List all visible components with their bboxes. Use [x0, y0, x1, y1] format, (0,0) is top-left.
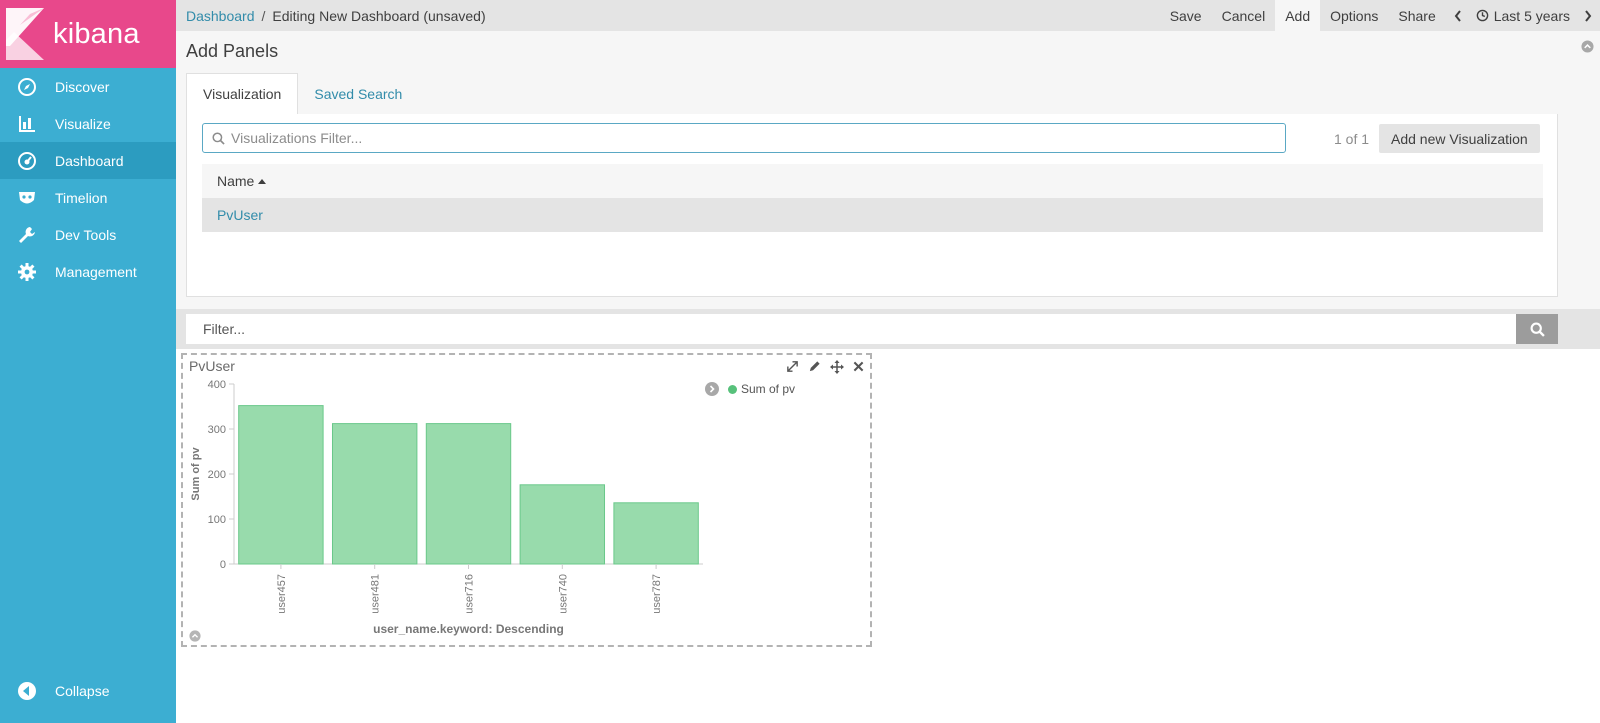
sidebar-collapse-button[interactable]: Collapse: [0, 672, 176, 709]
kibana-logo-icon: [6, 8, 44, 60]
sidebar-item-label: Dashboard: [55, 152, 124, 169]
sidebar: kibana Discover Visualize Dashboard Time…: [0, 0, 176, 723]
breadcrumb-current: Editing New Dashboard (unsaved): [272, 7, 486, 24]
breadcrumb-dashboard-link[interactable]: Dashboard: [186, 8, 255, 24]
chevron-left-icon: [1454, 9, 1461, 22]
sidebar-item-label: Discover: [55, 78, 110, 95]
breadcrumb: Dashboard / Editing New Dashboard (unsav…: [176, 8, 486, 24]
sidebar-item-dev-tools[interactable]: Dev Tools: [0, 216, 176, 253]
bar-chart-icon: [17, 114, 37, 134]
kibana-logo[interactable]: kibana: [0, 0, 176, 68]
chevron-up-circle-icon: [189, 630, 201, 642]
list-item[interactable]: PvUser: [202, 198, 1543, 232]
y-tick-label: 200: [208, 469, 226, 481]
gear-icon: [17, 262, 37, 282]
time-forward-button[interactable]: [1576, 0, 1600, 31]
time-back-button[interactable]: [1446, 0, 1470, 31]
add-new-visualization-button[interactable]: Add new Visualization: [1379, 124, 1540, 153]
time-range-label: Last 5 years: [1493, 7, 1570, 24]
y-tick-label: 300: [208, 424, 226, 436]
save-button[interactable]: Save: [1160, 0, 1212, 31]
sidebar-item-label: Timelion: [55, 189, 108, 206]
add-panels-tabs: Visualization Saved Search: [186, 73, 418, 114]
name-column-header[interactable]: Name: [202, 164, 1543, 198]
collapse-label: Collapse: [55, 682, 110, 699]
top-nav-bar: Dashboard / Editing New Dashboard (unsav…: [176, 0, 1600, 31]
sidebar-item-label: Visualize: [55, 115, 111, 132]
sidebar-item-label: Dev Tools: [55, 226, 117, 243]
y-tick-label: 400: [208, 379, 226, 391]
y-tick-label: 0: [220, 559, 226, 571]
top-menu: Save Cancel Add Options Share Last 5 yea…: [1160, 0, 1600, 31]
x-tick-label: user787: [651, 574, 663, 614]
bar-chart: 0 100 200 300 400 user457 user481 user716 user74…: [190, 379, 703, 636]
y-axis-title: Sum of pv: [190, 447, 202, 501]
visualizations-filter-input[interactable]: [231, 130, 1271, 146]
add-button[interactable]: Add: [1275, 0, 1321, 31]
app-name: kibana: [53, 17, 140, 50]
visualizations-filter: [202, 123, 1286, 153]
cancel-button[interactable]: Cancel: [1212, 0, 1276, 31]
sidebar-item-visualize[interactable]: Visualize: [0, 105, 176, 142]
chart-bar: [331, 423, 418, 565]
add-panels-title: Add Panels: [186, 41, 279, 61]
name-column-label: Name: [217, 173, 255, 189]
options-button[interactable]: Options: [1320, 0, 1388, 31]
panel-spy-toggle[interactable]: [189, 629, 201, 645]
pagination-count: 1 of 1: [1334, 131, 1370, 147]
chart-bar: [519, 484, 606, 565]
list-item-label: PvUser: [217, 207, 263, 223]
sidebar-item-management[interactable]: Management: [0, 253, 176, 290]
query-bar: [176, 309, 1600, 349]
x-axis-title: user_name.keyword: Descending: [373, 622, 564, 636]
x-tick-label: user716: [464, 574, 476, 614]
clock-icon: [1476, 9, 1489, 22]
chart-bar: [613, 502, 699, 565]
y-tick-label: 100: [208, 514, 226, 526]
time-picker-button[interactable]: Last 5 years: [1470, 0, 1576, 31]
share-button[interactable]: Share: [1388, 0, 1445, 31]
tab-visualization[interactable]: Visualization: [186, 73, 299, 114]
sidebar-item-label: Management: [55, 263, 137, 280]
sidebar-item-timelion[interactable]: Timelion: [0, 179, 176, 216]
query-input-wrapper: [186, 314, 1516, 344]
chevron-right-icon: [1585, 9, 1592, 22]
timelion-mask-icon: [17, 188, 37, 208]
collapse-left-icon: [17, 681, 37, 701]
chart-bar: [425, 423, 512, 565]
add-panels-content: 1 of 1 Add new Visualization Name PvUser: [186, 114, 1558, 297]
search-icon: [1530, 322, 1545, 337]
close-add-panels-button[interactable]: [1581, 40, 1594, 56]
sidebar-item-dashboard[interactable]: Dashboard: [0, 142, 176, 179]
x-tick-label: user481: [370, 574, 382, 614]
dashboard-panel[interactable]: PvUser Sum of pv 0 100 200 300 400 user457 use…: [181, 353, 872, 647]
dashboard-gauge-icon: [17, 151, 37, 171]
query-input[interactable]: [203, 321, 1503, 337]
wrench-icon: [17, 225, 37, 245]
query-submit-button[interactable]: [1516, 314, 1558, 344]
chart-bar: [238, 405, 324, 565]
sidebar-item-discover[interactable]: Discover: [0, 68, 176, 105]
x-tick-label: user457: [276, 574, 288, 614]
tab-saved-search[interactable]: Saved Search: [298, 73, 418, 114]
search-icon: [212, 131, 225, 145]
chevron-up-circle-icon: [1581, 40, 1594, 53]
sort-ascending-icon: [258, 178, 267, 184]
compass-icon: [17, 77, 37, 97]
add-panels-section: Add Panels Visualization Saved Search 1 …: [176, 31, 1600, 309]
breadcrumb-separator: /: [261, 7, 266, 24]
x-tick-label: user740: [557, 574, 569, 614]
